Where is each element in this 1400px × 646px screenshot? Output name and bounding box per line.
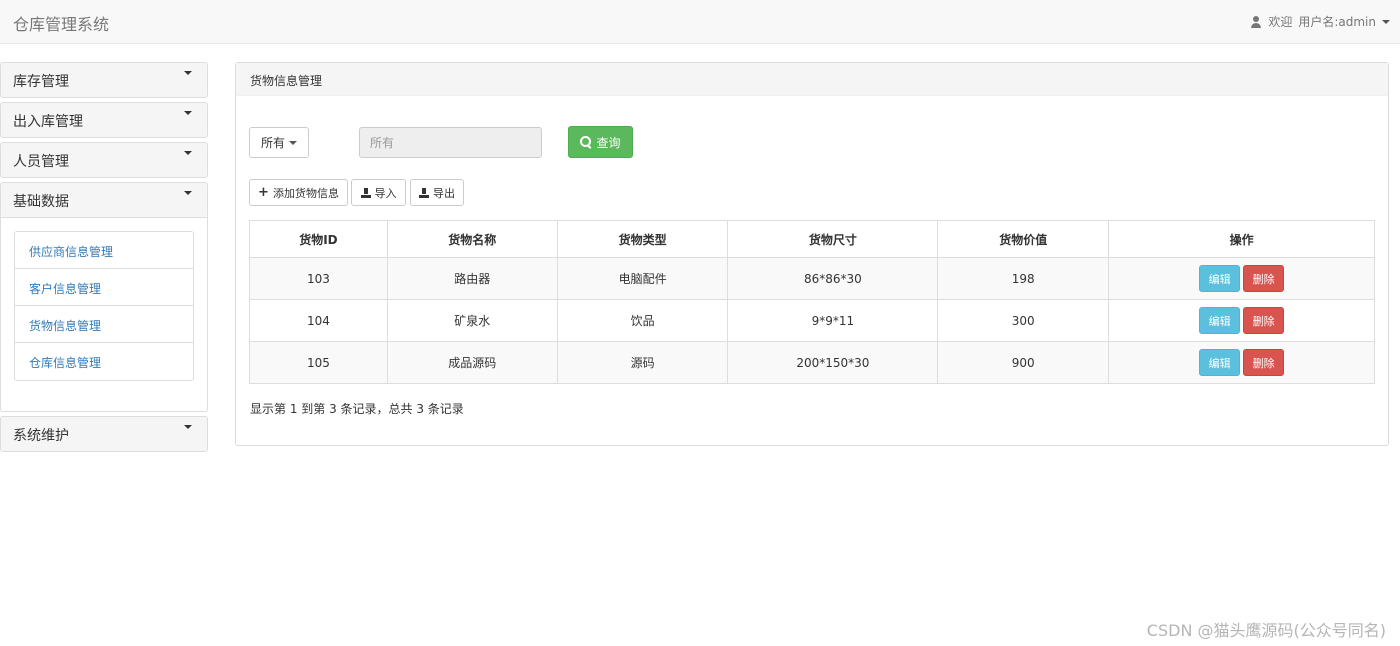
column-header[interactable]: 货物名称 xyxy=(386,220,558,258)
column-header[interactable]: 货物类型 xyxy=(556,220,729,258)
app-brand[interactable]: 仓库管理系统 xyxy=(13,11,109,35)
chevron-down-icon xyxy=(184,425,192,429)
cell-type: 饮品 xyxy=(556,299,729,342)
table-row: 104 矿泉水 饮品 9*9*11 300 编辑 删除 xyxy=(249,299,1375,342)
import-button[interactable]: 导入 xyxy=(351,179,406,206)
sidebar-menu-basic-data: 基础数据 供应商信息管理 客户信息管理 货物信息管理 仓库信息管理 xyxy=(0,182,208,412)
sidebar-menu-system: 系统维护 xyxy=(0,416,208,452)
query-button[interactable]: 查询 xyxy=(568,126,633,158)
cell-type: 电脑配件 xyxy=(556,257,729,300)
chevron-down-icon xyxy=(184,151,192,155)
sidebar-menu-label: 出入库管理 xyxy=(13,114,83,130)
sidebar-menu-inout-header[interactable]: 出入库管理 xyxy=(1,103,207,137)
sidebar-item-goods[interactable]: 货物信息管理 xyxy=(15,306,193,343)
pagination-summary: 显示第 1 到第 3 条记录，总共 3 条记录 xyxy=(250,402,464,416)
cell-size: 200*150*30 xyxy=(727,341,939,384)
import-icon xyxy=(360,187,371,198)
sidebar-menu-label: 系统维护 xyxy=(13,428,69,444)
cell-size: 86*86*30 xyxy=(727,257,939,300)
column-header[interactable]: 货物价值 xyxy=(937,220,1110,258)
export-icon xyxy=(419,187,429,198)
sidebar-menu-inventory: 库存管理 xyxy=(0,62,208,98)
chevron-down-icon xyxy=(289,140,297,145)
sidebar-menu-personnel-header[interactable]: 人员管理 xyxy=(1,143,207,177)
plus-icon: + xyxy=(258,185,269,200)
cell-type: 源码 xyxy=(556,341,729,384)
column-header[interactable]: 货物尺寸 xyxy=(727,220,939,258)
sidebar-menu-inout: 出入库管理 xyxy=(0,102,208,138)
search-icon xyxy=(580,136,592,148)
export-label: 导出 xyxy=(433,186,455,200)
search-input[interactable] xyxy=(359,127,542,158)
cell-value: 900 xyxy=(937,341,1110,384)
cell-id: 104 xyxy=(249,299,388,342)
table-row: 105 成品源码 源码 200*150*30 900 编辑 删除 xyxy=(249,341,1375,384)
sidebar-menu-basic-data-header[interactable]: 基础数据 xyxy=(1,183,207,217)
column-header: 操作 xyxy=(1108,220,1375,258)
cell-name: 路由器 xyxy=(386,257,558,300)
sidebar-item-warehouse[interactable]: 仓库信息管理 xyxy=(15,343,193,380)
cell-value: 198 xyxy=(937,257,1110,300)
cell-id: 103 xyxy=(249,257,388,300)
chevron-down-icon xyxy=(1382,19,1390,24)
sidebar-item-supplier[interactable]: 供应商信息管理 xyxy=(15,232,193,269)
cell-size: 9*9*11 xyxy=(727,299,939,342)
chevron-down-icon xyxy=(184,111,192,115)
sidebar-menu-label: 基础数据 xyxy=(13,194,69,210)
query-label: 查询 xyxy=(596,135,621,150)
watermark: CSDN @猫头鹰源码(公众号同名) xyxy=(1146,621,1386,640)
sidebar-menu-label: 人员管理 xyxy=(13,154,69,170)
chevron-down-icon xyxy=(184,71,192,75)
chevron-down-icon xyxy=(184,191,192,195)
sidebar-menu-inventory-header[interactable]: 库存管理 xyxy=(1,63,207,97)
sidebar-menu-label: 库存管理 xyxy=(13,74,69,90)
cell-actions: 编辑 删除 xyxy=(1108,257,1375,300)
goods-table: 货物ID 货物名称 货物类型 货物尺寸 货物价值 操作 103 路由器 电脑配件… xyxy=(249,220,1375,384)
cell-name: 成品源码 xyxy=(386,341,558,384)
username-text[interactable]: 用户名:admin xyxy=(1298,13,1376,30)
add-goods-button[interactable]: + 添加货物信息 xyxy=(249,179,348,206)
column-header[interactable]: 货物ID xyxy=(249,220,388,258)
sidebar-menu-system-header[interactable]: 系统维护 xyxy=(1,417,207,451)
cell-id: 105 xyxy=(249,341,388,384)
table-header-row: 货物ID 货物名称 货物类型 货物尺寸 货物价值 操作 xyxy=(249,220,1375,258)
sidebar: 库存管理 出入库管理 人员管理 基础数据 供应商信息管理 客户信息管理 货物信息… xyxy=(0,62,208,456)
delete-button[interactable]: 删除 xyxy=(1243,265,1285,292)
sidebar-submenu: 供应商信息管理 客户信息管理 货物信息管理 仓库信息管理 xyxy=(1,217,207,411)
cell-actions: 编辑 删除 xyxy=(1108,299,1375,342)
edit-button[interactable]: 编辑 xyxy=(1199,307,1241,334)
cell-actions: 编辑 删除 xyxy=(1108,341,1375,384)
cell-name: 矿泉水 xyxy=(386,299,558,342)
top-navbar: 仓库管理系统 欢迎 用户名:admin xyxy=(0,0,1400,44)
panel-title: 货物信息管理 xyxy=(236,63,1388,96)
sidebar-menu-personnel: 人员管理 xyxy=(0,142,208,178)
table-row: 103 路由器 电脑配件 86*86*30 198 编辑 删除 xyxy=(249,257,1375,300)
export-button[interactable]: 导出 xyxy=(410,179,464,206)
filter-select-value: 所有 xyxy=(260,136,285,150)
sidebar-item-customer[interactable]: 客户信息管理 xyxy=(15,269,193,306)
edit-button[interactable]: 编辑 xyxy=(1199,349,1241,376)
user-icon xyxy=(1250,15,1262,28)
user-menu[interactable]: 欢迎 用户名:admin xyxy=(1250,13,1390,30)
edit-button[interactable]: 编辑 xyxy=(1199,265,1241,292)
import-label: 导入 xyxy=(374,186,397,200)
delete-button[interactable]: 删除 xyxy=(1243,349,1285,376)
delete-button[interactable]: 删除 xyxy=(1243,307,1285,334)
welcome-text: 欢迎 xyxy=(1268,15,1293,29)
goods-panel: 货物信息管理 所有 查询 + 添加货物信息 导入 导出 货物ID 货物名称 货物… xyxy=(235,62,1389,446)
submenu-list: 供应商信息管理 客户信息管理 货物信息管理 仓库信息管理 xyxy=(14,231,194,381)
add-label: 添加货物信息 xyxy=(272,186,339,200)
cell-value: 300 xyxy=(937,299,1110,342)
filter-select[interactable]: 所有 xyxy=(249,127,309,158)
